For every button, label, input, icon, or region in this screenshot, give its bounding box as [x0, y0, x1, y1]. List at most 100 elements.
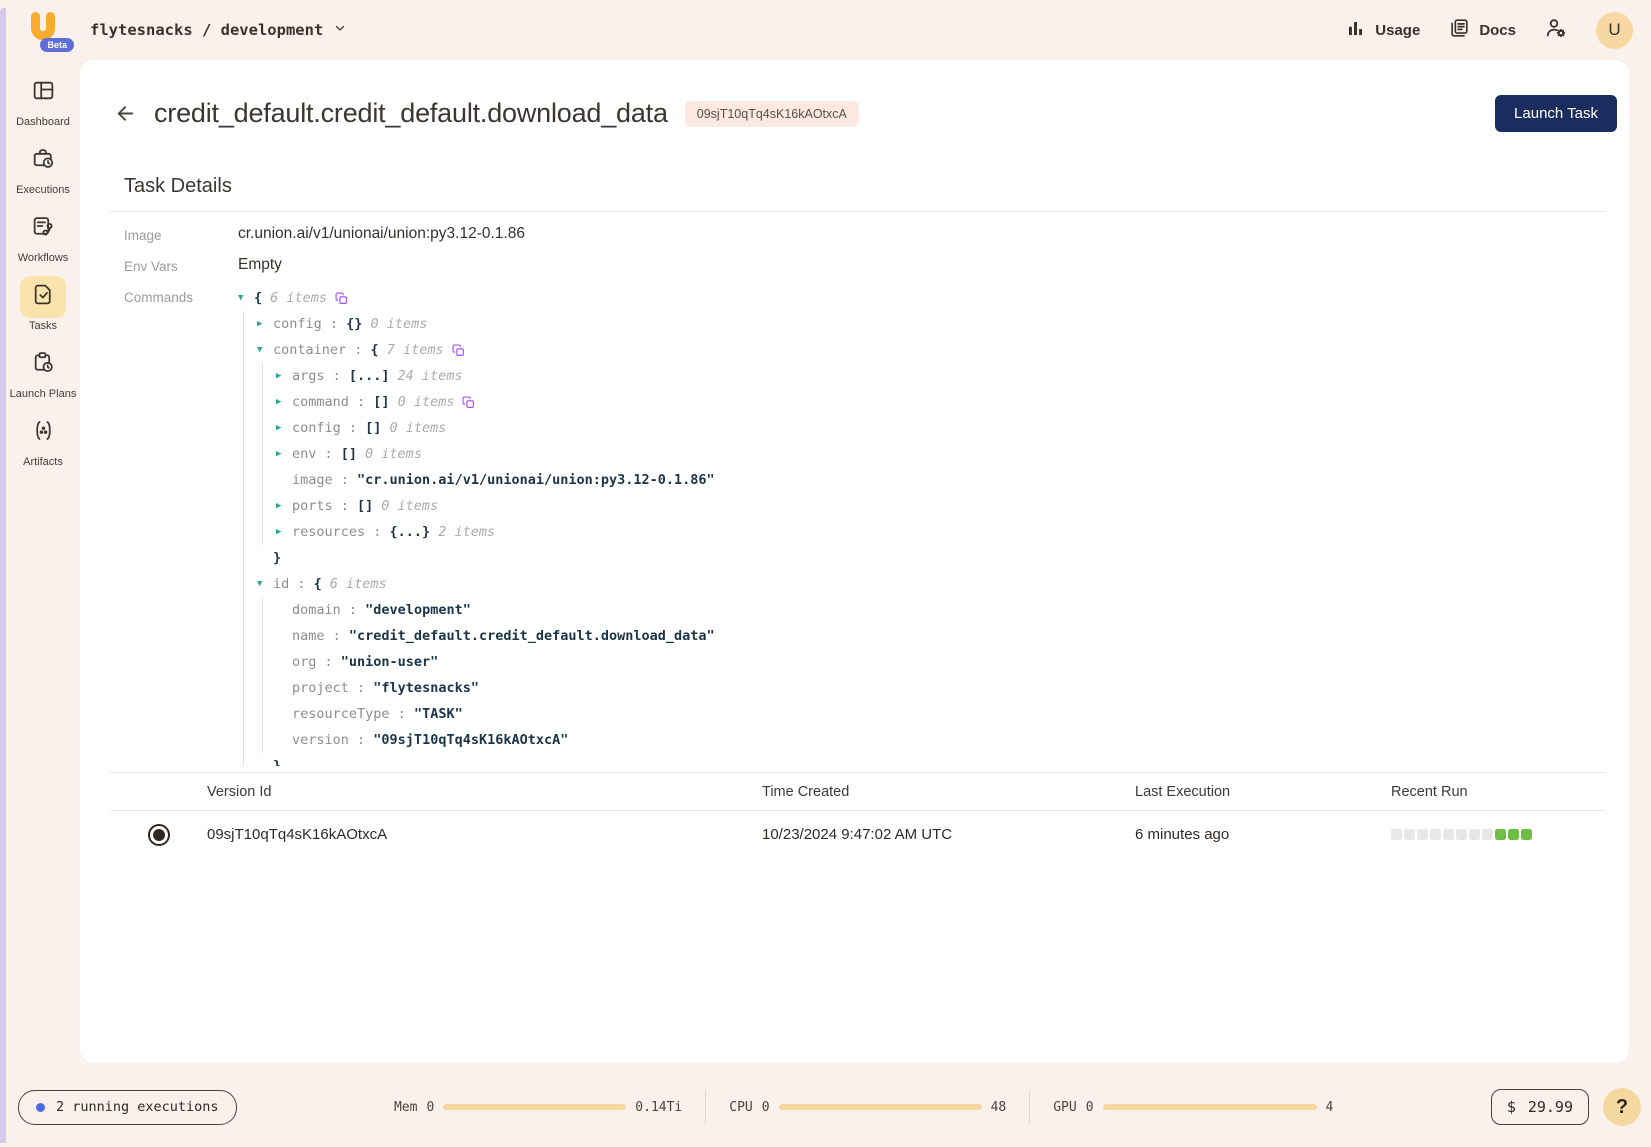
tree-key: args: [292, 368, 325, 384]
expand-arrow-icon[interactable]: ▶: [276, 397, 292, 407]
tree-line: ▶config : {}0 items: [238, 311, 1617, 337]
tree-line: ▶config : []0 items: [238, 415, 1617, 441]
tree-key: id: [273, 576, 289, 592]
meter-label: GPU: [1053, 1100, 1076, 1115]
tree-line: project : "flytesnacks": [238, 675, 1617, 701]
tree-indent-guide: [243, 649, 257, 675]
sidebar-item-dashboard[interactable]: Dashboard: [8, 72, 78, 129]
sidebar-icon-wrap: [20, 140, 66, 182]
tree-indent-guide: [262, 441, 276, 467]
help-button[interactable]: ?: [1603, 1088, 1641, 1126]
sidebar-icon-wrap: [20, 208, 66, 250]
tree-indent-guide: [262, 519, 276, 545]
usage-link[interactable]: Usage: [1345, 18, 1420, 43]
meter-label: Mem: [394, 1100, 417, 1115]
sidebar-item-label: Workflows: [18, 252, 69, 265]
expand-arrow-icon[interactable]: ▶: [276, 423, 292, 433]
tree-colon: :: [325, 628, 349, 644]
copy-icon[interactable]: [335, 292, 348, 305]
sidebar-item-workflows[interactable]: Workflows: [8, 208, 78, 265]
cost-pill[interactable]: $ 29.99: [1491, 1089, 1589, 1125]
time-created-cell: 10/23/2024 9:47:02 AM UTC: [762, 826, 1135, 843]
page-title: credit_default.credit_default.download_d…: [154, 98, 668, 129]
expand-arrow-icon[interactable]: ▶: [257, 319, 273, 329]
expand-arrow-icon[interactable]: ▶: [276, 449, 292, 459]
meter-divider: [1029, 1090, 1030, 1124]
launch-task-button[interactable]: Launch Task: [1495, 95, 1617, 132]
currency-icon: $: [1507, 1098, 1516, 1116]
tree-colon: :: [333, 472, 357, 488]
tree-line: ▼{6 items: [238, 285, 1617, 311]
version-radio-selected[interactable]: [148, 824, 170, 846]
sidebar-item-label: Launch Plans: [10, 388, 77, 401]
version-badge: 09sjT10qTq4sK16kAOtxcA: [685, 101, 859, 127]
usage-icon: [1345, 18, 1366, 43]
tree-item-count: 6 items: [270, 290, 327, 306]
tree-item-count: 0 items: [365, 446, 422, 462]
image-label: Image: [124, 225, 238, 243]
tree-line: }: [238, 545, 1617, 571]
sidebar-item-artifacts[interactable]: Artifacts: [8, 412, 78, 469]
tree-item-count: 7 items: [387, 342, 444, 358]
tree-indent-guide: [243, 415, 257, 441]
collapse-arrow-icon[interactable]: ▼: [257, 579, 273, 589]
image-value: cr.union.ai/v1/unionai/union:py3.12-0.1.…: [238, 225, 1617, 243]
breadcrumb[interactable]: flytesnacks / development: [90, 21, 347, 39]
tree-line: ▼container : {7 items: [238, 337, 1617, 363]
tree-indent-guide: [243, 337, 257, 363]
version-row[interactable]: 09sjT10qTq4sK16kAOtxcA10/23/2024 9:47:02…: [110, 811, 1605, 858]
tree-item-count: 24 items: [398, 368, 463, 384]
tree-indent-guide: [243, 623, 257, 649]
launch-plans-icon: [31, 350, 56, 380]
sidebar-icon-wrap: [20, 344, 66, 386]
back-button[interactable]: [114, 102, 137, 125]
meter-gpu: GPU04: [1053, 1100, 1333, 1115]
sidebar-item-executions[interactable]: Executions: [8, 140, 78, 197]
expand-arrow-icon[interactable]: ▶: [276, 371, 292, 381]
tree-indent-guide: [262, 649, 276, 675]
tree-bracket: {...}: [390, 524, 431, 540]
tree-indent-guide: [243, 753, 257, 766]
expand-arrow-icon[interactable]: ▶: [276, 527, 292, 537]
docs-link[interactable]: Docs: [1448, 17, 1516, 43]
union-logo[interactable]: Beta: [28, 12, 60, 48]
env-vars-label: Env Vars: [124, 256, 238, 274]
tree-line: org : "union-user": [238, 649, 1617, 675]
avatar[interactable]: U: [1596, 12, 1633, 49]
tree-indent-guide: [262, 675, 276, 701]
tree-line: image : "cr.union.ai/v1/unionai/union:py…: [238, 467, 1617, 493]
copy-icon[interactable]: [462, 396, 475, 409]
env-vars-row: Env Vars Empty: [124, 256, 1617, 274]
column-header: Last Execution: [1135, 784, 1391, 800]
running-executions-pill[interactable]: 2 running executions: [18, 1090, 237, 1125]
tree-item-count: 6 items: [330, 576, 387, 592]
sidebar-icon-wrap: [20, 72, 66, 114]
tree-colon: :: [341, 420, 365, 436]
meter-cpu: CPU048: [729, 1100, 1006, 1115]
versions-table: Version IdTime CreatedLast ExecutionRece…: [110, 772, 1605, 858]
run-status-square: [1391, 829, 1402, 840]
statusbar: 2 running executions Mem00.14TiCPU048GPU…: [0, 1063, 1651, 1147]
tree-indent-guide: [243, 675, 257, 701]
column-header: Recent Run: [1391, 784, 1605, 800]
versions-table-body: 09sjT10qTq4sK16kAOtxcA10/23/2024 9:47:02…: [110, 811, 1605, 858]
tree-indent-guide: [243, 441, 257, 467]
commands-row: Commands ▼{6 items▶config : {}0 items▼co…: [124, 287, 1617, 766]
meter-current-value: 0: [762, 1100, 770, 1115]
tree-colon: :: [325, 368, 349, 384]
sidebar-item-label: Executions: [16, 184, 70, 197]
tree-key: project: [292, 680, 349, 696]
meter-bar: [443, 1104, 626, 1110]
expand-arrow-icon[interactable]: ▶: [276, 501, 292, 511]
collapse-arrow-icon[interactable]: ▼: [257, 345, 273, 355]
tree-bracket: [...]: [349, 368, 390, 384]
run-status-square: [1508, 829, 1519, 840]
collapse-arrow-icon[interactable]: ▼: [238, 293, 254, 303]
sidebar-item-tasks[interactable]: Tasks: [8, 276, 78, 333]
admin-settings-button[interactable]: [1544, 16, 1568, 45]
tree-indent-guide: [243, 701, 257, 727]
tree-key: config: [292, 420, 341, 436]
run-status-square: [1417, 829, 1428, 840]
copy-icon[interactable]: [452, 344, 465, 357]
sidebar-item-launch-plans[interactable]: Launch Plans: [8, 344, 78, 401]
